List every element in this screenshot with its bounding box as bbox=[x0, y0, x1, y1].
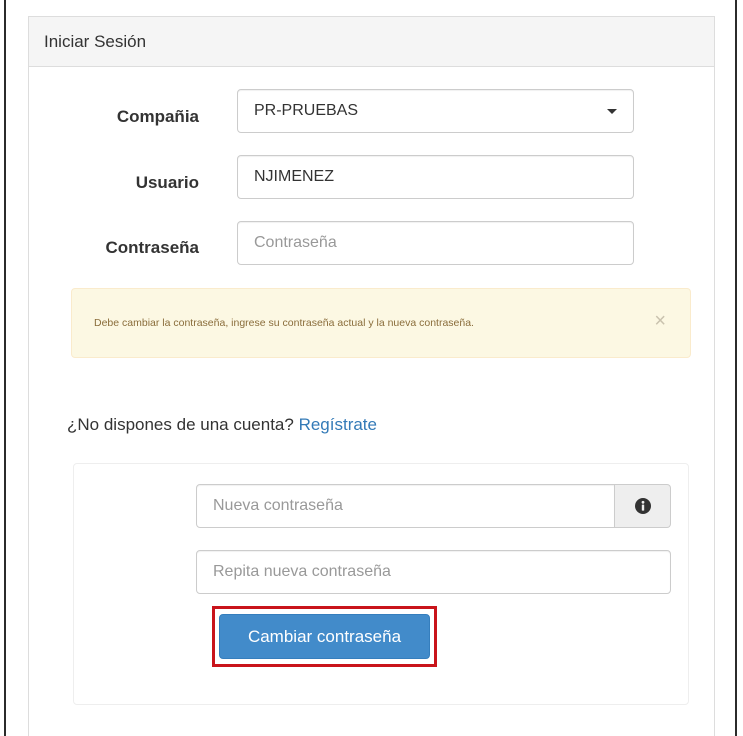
chevron-down-icon bbox=[607, 109, 617, 114]
company-label: Compañia bbox=[116, 107, 199, 126]
change-password-well: Nueva contraseña Repita nueva contraseña… bbox=[73, 463, 689, 705]
signup-prompt: ¿No dispones de una cuenta? Regístrate bbox=[67, 415, 377, 435]
new-password-placeholder: Nueva contraseña bbox=[213, 497, 343, 514]
change-password-button[interactable]: Cambiar contraseña bbox=[219, 614, 430, 659]
password-placeholder: Contraseña bbox=[254, 234, 337, 251]
login-panel: Iniciar Sesión Compañia PR-PRUEBAS Usuar… bbox=[28, 16, 715, 736]
info-circle-icon bbox=[635, 498, 651, 514]
window-frame: Iniciar Sesión Compañia PR-PRUEBAS Usuar… bbox=[4, 0, 737, 736]
submit-highlight-box: Cambiar contraseña bbox=[212, 606, 437, 667]
warning-alert: Debe cambiar la contraseña, ingrese su c… bbox=[71, 288, 691, 358]
password-label: Contraseña bbox=[105, 238, 199, 257]
close-icon[interactable]: × bbox=[654, 311, 666, 331]
user-label: Usuario bbox=[135, 173, 199, 192]
repeat-password-field[interactable]: Repita nueva contraseña bbox=[196, 550, 671, 594]
register-link[interactable]: Regístrate bbox=[299, 415, 377, 434]
alert-message: Debe cambiar la contraseña, ingrese su c… bbox=[94, 317, 474, 329]
signup-question: ¿No dispones de una cuenta? bbox=[67, 415, 294, 434]
user-field[interactable]: NJIMENEZ bbox=[237, 155, 634, 199]
password-field[interactable]: Contraseña bbox=[237, 221, 634, 265]
company-select[interactable]: PR-PRUEBAS bbox=[237, 89, 634, 133]
panel-title: Iniciar Sesión bbox=[29, 17, 714, 67]
new-password-field[interactable]: Nueva contraseña bbox=[196, 484, 615, 528]
password-info-addon[interactable] bbox=[615, 484, 671, 528]
company-selected-value: PR-PRUEBAS bbox=[254, 102, 359, 119]
user-field-value: NJIMENEZ bbox=[254, 168, 334, 185]
repeat-password-placeholder: Repita nueva contraseña bbox=[213, 563, 391, 580]
